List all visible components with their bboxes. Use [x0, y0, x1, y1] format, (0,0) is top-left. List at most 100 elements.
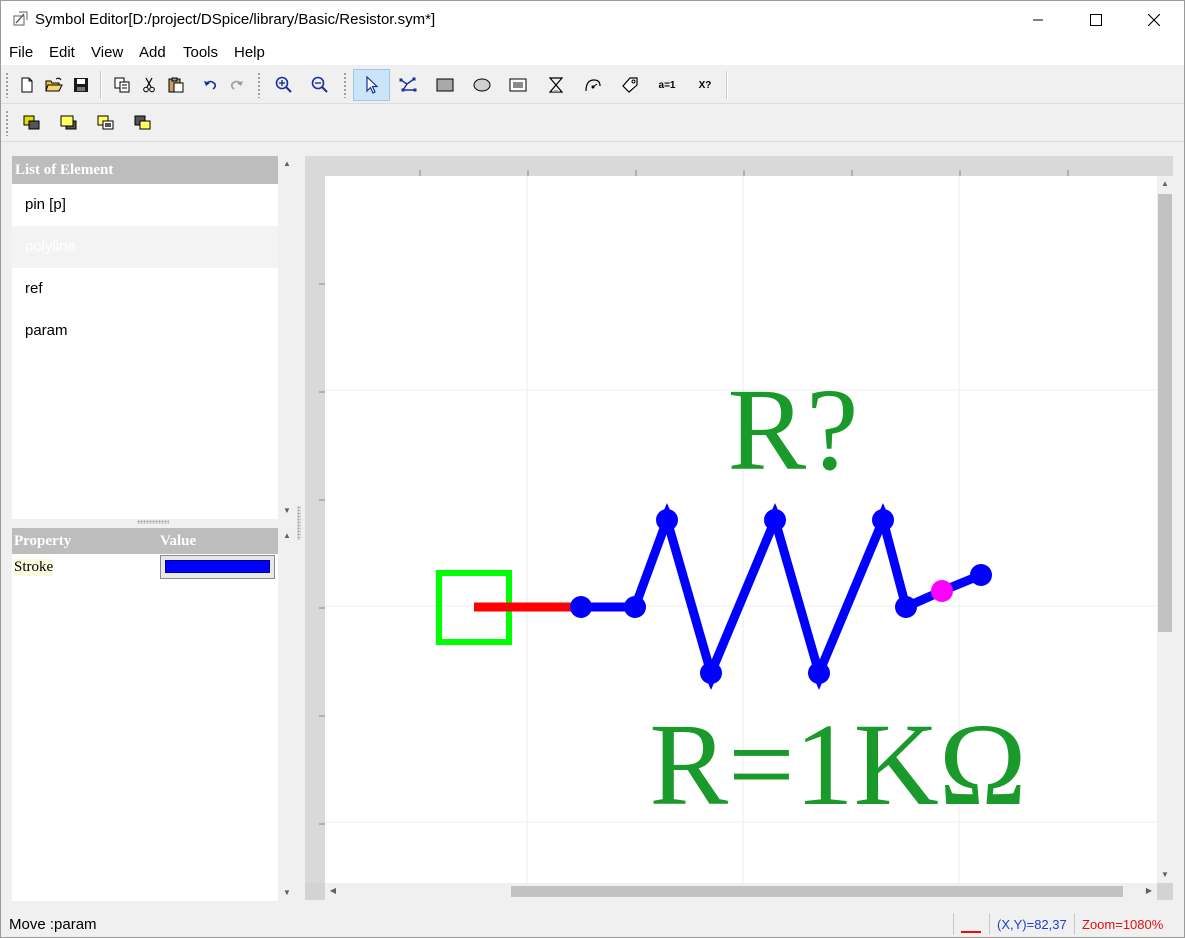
send-to-back-button[interactable]	[54, 107, 84, 139]
toolbar-grip[interactable]	[257, 72, 261, 98]
horizontal-scroll-thumb[interactable]	[511, 886, 1123, 897]
scroll-up-arrow-icon[interactable]: ▲	[279, 156, 295, 172]
ellipse-tool-button[interactable]	[467, 69, 497, 101]
vertex-handle[interactable]	[700, 662, 722, 684]
canvas-vertical-scrollbar[interactable]: ▲ ▼	[1157, 176, 1173, 883]
open-folder-icon	[45, 77, 63, 92]
rectangle-icon	[436, 78, 454, 92]
curve-tool-button[interactable]	[578, 69, 608, 101]
property-column-header: Property	[14, 533, 72, 549]
element-list-header: List of Element	[12, 156, 278, 184]
vertex-handle[interactable]	[764, 509, 786, 531]
scroll-left-arrow-icon[interactable]: ◀	[325, 883, 341, 899]
symbol-drawing[interactable]: R? R=1KΩ	[325, 176, 1157, 883]
resistor-polyline[interactable]	[581, 515, 983, 678]
toolbar-grip[interactable]	[5, 110, 9, 136]
ref-tool-button[interactable]: X?	[690, 69, 720, 101]
menu-add[interactable]: Add	[139, 44, 166, 61]
vertex-handle[interactable]	[656, 509, 678, 531]
pin-tool-button[interactable]	[615, 69, 645, 101]
scroll-down-arrow-icon[interactable]: ▼	[1157, 867, 1173, 883]
save-button[interactable]	[66, 69, 96, 101]
bring-to-front-button[interactable]	[17, 107, 47, 139]
app-icon	[13, 11, 28, 26]
property-scrollbar[interactable]: ▲ ▼	[279, 528, 295, 901]
scroll-up-arrow-icon[interactable]: ▲	[279, 528, 295, 544]
ref-label[interactable]: R?	[727, 364, 858, 495]
ellipse-icon	[473, 78, 491, 92]
param-label[interactable]: R=1KΩ	[649, 699, 1026, 830]
redo-icon	[230, 80, 243, 90]
select-tool-button[interactable]	[353, 69, 390, 101]
new-file-button[interactable]	[12, 69, 42, 101]
open-file-button[interactable]	[39, 69, 69, 101]
paste-icon	[168, 77, 184, 93]
element-list-panel: List of Element pin [p] polyline ref par…	[12, 156, 278, 519]
toolbar-grip[interactable]	[5, 72, 9, 98]
vertex-handle[interactable]	[872, 509, 894, 531]
param-tool-button[interactable]: a=1	[652, 69, 682, 101]
drawing-canvas[interactable]: R? R=1KΩ	[325, 176, 1157, 883]
rectangle-tool-button[interactable]	[430, 69, 460, 101]
scroll-down-arrow-icon[interactable]: ▼	[279, 503, 295, 519]
list-item-param[interactable]: param	[12, 310, 278, 352]
vertex-tip	[880, 503, 886, 510]
vertical-splitter-handle[interactable]	[297, 506, 301, 540]
scroll-right-arrow-icon[interactable]: ▶	[1141, 883, 1157, 899]
value-column-header: Value	[160, 533, 197, 549]
send-backward-icon	[134, 115, 151, 130]
maximize-button[interactable]	[1067, 1, 1125, 39]
undo-button[interactable]	[195, 69, 225, 101]
panel-splitter-handle[interactable]	[137, 520, 169, 524]
redo-button[interactable]	[222, 69, 252, 101]
menu-view[interactable]: View	[91, 44, 123, 61]
stroke-color-swatch	[165, 560, 270, 573]
cut-button[interactable]	[134, 69, 164, 101]
close-button[interactable]	[1125, 1, 1183, 39]
vertex-handle[interactable]	[570, 596, 592, 618]
arc-tool-button[interactable]	[541, 69, 571, 101]
vertical-scroll-thumb[interactable]	[1158, 194, 1172, 632]
zoom-out-icon	[311, 76, 328, 93]
menu-file[interactable]: File	[9, 44, 33, 61]
list-item-ref[interactable]: ref	[12, 268, 278, 310]
new-file-icon	[21, 77, 33, 93]
toolbar-separator	[726, 71, 728, 99]
list-item-pin[interactable]: pin [p]	[12, 184, 278, 226]
bring-to-front-icon	[23, 115, 40, 130]
zoom-out-button[interactable]	[305, 69, 335, 101]
property-panel: Property Value Stroke	[12, 528, 278, 901]
hourglass-arc-icon	[548, 77, 564, 93]
element-list-scrollbar[interactable]: ▲ ▼	[279, 156, 295, 519]
minimize-button[interactable]	[1009, 1, 1067, 39]
stroke-color-button[interactable]	[160, 555, 275, 579]
bring-forward-button[interactable]	[91, 107, 121, 139]
vertex-handle[interactable]	[808, 662, 830, 684]
vertex-handle[interactable]	[624, 596, 646, 618]
copy-button[interactable]	[107, 69, 137, 101]
vertex-handle[interactable]	[970, 564, 992, 586]
vertex-handle[interactable]	[895, 596, 917, 618]
menu-edit[interactable]: Edit	[49, 44, 75, 61]
line-style-indicator	[961, 931, 981, 933]
polyline-icon	[399, 77, 417, 92]
symbol-editor-window: Symbol Editor[D:/project/DSpice/library/…	[0, 0, 1185, 938]
toolbar-grip[interactable]	[343, 72, 347, 98]
canvas-horizontal-scrollbar[interactable]: ◀ ▶	[325, 883, 1157, 900]
scroll-up-arrow-icon[interactable]: ▲	[1157, 176, 1173, 192]
send-backward-button[interactable]	[128, 107, 158, 139]
zoom-in-button[interactable]	[269, 69, 299, 101]
curve-icon	[585, 79, 601, 92]
vertex-tip	[708, 683, 714, 690]
list-item-polyline[interactable]: polyline	[12, 226, 278, 268]
polyline-tool-button[interactable]	[393, 69, 423, 101]
status-message: Move :param	[9, 916, 97, 933]
menu-tools[interactable]: Tools	[183, 44, 218, 61]
property-name-stroke: Stroke	[14, 559, 54, 576]
main-toolbar: a=1 X?	[1, 67, 1184, 104]
midpoint-handle[interactable]	[931, 580, 953, 602]
scroll-down-arrow-icon[interactable]: ▼	[279, 885, 295, 901]
paste-button[interactable]	[161, 69, 191, 101]
menu-help[interactable]: Help	[234, 44, 265, 61]
image-tool-button[interactable]	[503, 69, 533, 101]
